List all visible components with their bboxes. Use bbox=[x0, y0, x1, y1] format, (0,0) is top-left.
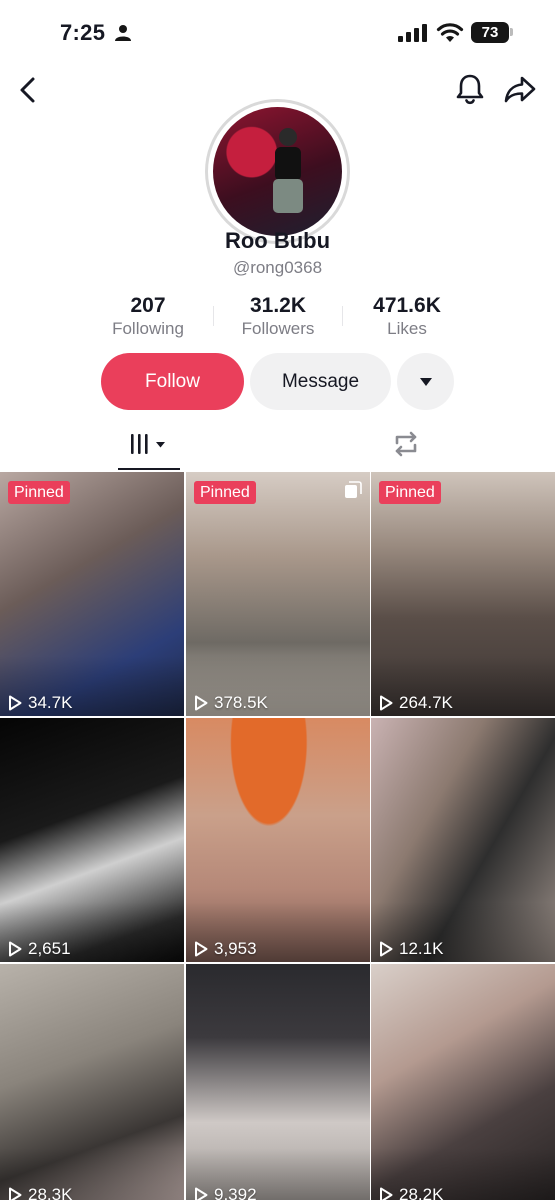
view-count: 9,392 bbox=[194, 1185, 257, 1200]
status-bar: 7:25 73 bbox=[0, 0, 555, 66]
avatar[interactable] bbox=[205, 99, 350, 244]
view-count-text: 378.5K bbox=[214, 693, 268, 712]
view-count-text: 28.3K bbox=[28, 1185, 73, 1200]
view-count: 2,651 bbox=[8, 939, 71, 959]
view-count: 28.2K bbox=[379, 1185, 443, 1200]
video-thumbnail[interactable]: Pinned 264.7K bbox=[371, 472, 555, 716]
multi-photo-icon bbox=[345, 481, 362, 498]
stat-likes[interactable]: 471.6K Likes bbox=[347, 294, 467, 340]
view-count-text: 264.7K bbox=[399, 693, 453, 712]
follow-button[interactable]: Follow bbox=[101, 353, 244, 410]
play-icon bbox=[9, 695, 22, 711]
view-count: 264.7K bbox=[379, 693, 453, 713]
battery-tip bbox=[510, 28, 513, 36]
view-count: 378.5K bbox=[194, 693, 268, 713]
video-thumbnail[interactable]: Pinned 34.7K bbox=[0, 472, 184, 716]
more-options-button[interactable] bbox=[397, 353, 454, 410]
video-thumbnail[interactable]: 2,651 bbox=[0, 718, 184, 962]
stat-divider bbox=[342, 306, 343, 326]
tab-active-indicator bbox=[118, 468, 180, 470]
play-icon bbox=[380, 695, 393, 711]
view-count: 34.7K bbox=[8, 693, 72, 713]
view-count: 28.3K bbox=[8, 1185, 72, 1200]
tab-videos[interactable] bbox=[118, 424, 180, 470]
play-icon bbox=[195, 695, 208, 711]
view-count: 3,953 bbox=[194, 939, 257, 959]
video-thumbnail[interactable]: 9,392 bbox=[186, 964, 370, 1200]
stat-label: Likes bbox=[387, 319, 427, 338]
play-icon bbox=[9, 1187, 22, 1200]
play-icon bbox=[380, 941, 393, 957]
avatar-photo bbox=[213, 107, 342, 236]
person-icon bbox=[115, 25, 131, 41]
video-thumbnail[interactable]: Pinned 378.5K bbox=[186, 472, 370, 716]
view-count-text: 28.2K bbox=[399, 1185, 444, 1200]
stat-value: 471.6K bbox=[373, 294, 441, 317]
stat-divider bbox=[213, 306, 214, 326]
video-thumbnail[interactable]: 28.3K bbox=[0, 964, 184, 1200]
avatar-person-figure bbox=[273, 128, 303, 213]
view-count-text: 9,392 bbox=[214, 1185, 257, 1200]
video-thumbnail[interactable]: 12.1K bbox=[371, 718, 555, 962]
back-arrow-icon[interactable] bbox=[14, 74, 42, 106]
status-time: 7:25 bbox=[60, 20, 106, 45]
tab-reposts[interactable] bbox=[389, 424, 423, 470]
repost-icon bbox=[395, 431, 417, 457]
stat-following[interactable]: 207 Following bbox=[88, 294, 208, 340]
pinned-badge: Pinned bbox=[8, 481, 70, 504]
cellular-signal-icon bbox=[398, 24, 427, 42]
username: @rong0368 bbox=[232, 258, 323, 277]
view-count-text: 2,651 bbox=[28, 939, 71, 958]
play-icon bbox=[195, 1187, 208, 1200]
view-count-text: 34.7K bbox=[28, 693, 73, 712]
view-count: 12.1K bbox=[379, 939, 443, 959]
play-icon bbox=[195, 941, 208, 957]
stat-value: 31.2K bbox=[249, 294, 307, 317]
caret-down-icon bbox=[419, 377, 432, 386]
play-icon bbox=[9, 941, 22, 957]
play-icon bbox=[380, 1187, 393, 1200]
share-arrow-icon[interactable] bbox=[503, 73, 537, 105]
stat-value: 207 bbox=[130, 294, 166, 317]
pinned-badge: Pinned bbox=[379, 481, 441, 504]
grid-bars-icon bbox=[131, 434, 165, 454]
video-thumbnail[interactable]: 3,953 bbox=[186, 718, 370, 962]
video-thumbnail[interactable]: 28.2K bbox=[371, 964, 555, 1200]
wifi-icon bbox=[436, 23, 464, 42]
pinned-badge: Pinned bbox=[194, 481, 256, 504]
stat-followers[interactable]: 31.2K Followers bbox=[218, 294, 338, 340]
bell-icon[interactable] bbox=[454, 72, 486, 106]
stat-label: Followers bbox=[241, 319, 315, 338]
stat-label: Following bbox=[112, 319, 184, 338]
message-button[interactable]: Message bbox=[250, 353, 391, 410]
view-count-text: 3,953 bbox=[214, 939, 257, 958]
display-name: Roo Bubu bbox=[224, 228, 331, 253]
battery-indicator: 73 bbox=[471, 22, 509, 43]
view-count-text: 12.1K bbox=[399, 939, 444, 958]
